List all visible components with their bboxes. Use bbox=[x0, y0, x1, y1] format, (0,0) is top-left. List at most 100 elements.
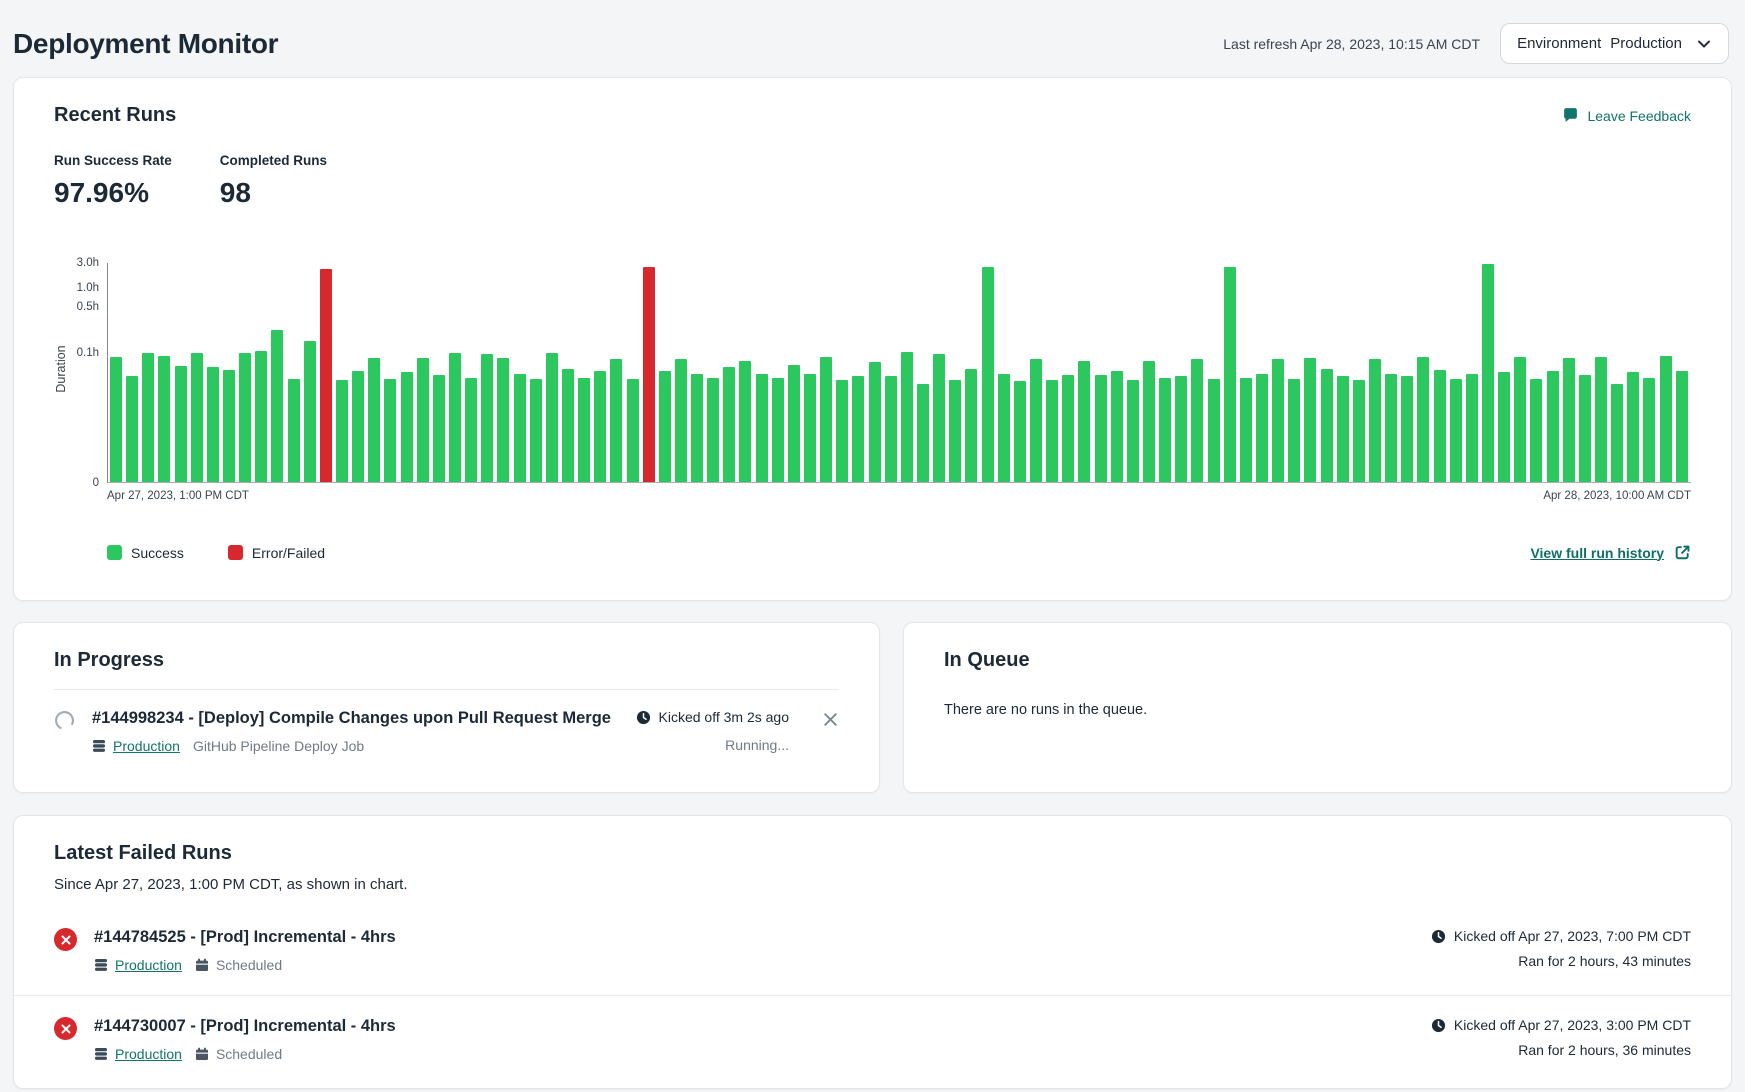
chart-bar-success[interactable] bbox=[1660, 356, 1672, 482]
chart-bar-success[interactable] bbox=[1272, 359, 1284, 482]
chart-bar-success[interactable] bbox=[949, 380, 961, 482]
chart-bar-success[interactable] bbox=[901, 352, 913, 482]
chart-bar-success[interactable] bbox=[255, 351, 267, 482]
chart-bar-success[interactable] bbox=[1191, 359, 1203, 482]
chart-bar-success[interactable] bbox=[191, 353, 203, 482]
chart-bar-success[interactable] bbox=[933, 354, 945, 482]
chart-bar-success[interactable] bbox=[1224, 267, 1236, 482]
chart-bar-success[interactable] bbox=[465, 378, 477, 482]
chart-bar-success[interactable] bbox=[336, 380, 348, 482]
chart-bar-success[interactable] bbox=[1482, 264, 1494, 482]
chart-bar-success[interactable] bbox=[756, 374, 768, 482]
chart-bar-success[interactable] bbox=[659, 371, 671, 482]
chart-bar-success[interactable] bbox=[142, 353, 154, 482]
chart-bar-success[interactable] bbox=[1321, 369, 1333, 482]
chart-bar-success[interactable] bbox=[1256, 374, 1268, 482]
chart-bar-success[interactable] bbox=[594, 371, 606, 482]
chart-bar-success[interactable] bbox=[1030, 359, 1042, 482]
chart-bar-success[interactable] bbox=[1014, 381, 1026, 482]
chart-bar-success[interactable] bbox=[1547, 371, 1559, 482]
chart-bar-failed[interactable] bbox=[320, 269, 332, 482]
chart-bar-success[interactable] bbox=[852, 376, 864, 482]
chart-bar-success[interactable] bbox=[1563, 358, 1575, 482]
chart-bar-success[interactable] bbox=[1627, 372, 1639, 482]
chart-bar-success[interactable] bbox=[836, 380, 848, 482]
chart-bar-success[interactable] bbox=[1062, 375, 1074, 482]
chart-bar-success[interactable] bbox=[497, 358, 509, 482]
chart-bar-success[interactable] bbox=[965, 369, 977, 482]
chart-bar-success[interactable] bbox=[1450, 379, 1462, 482]
chart-bar-success[interactable] bbox=[1288, 379, 1300, 482]
chart-bar-success[interactable] bbox=[384, 379, 396, 482]
chart-bar-success[interactable] bbox=[998, 374, 1010, 482]
chart-bar-success[interactable] bbox=[1046, 380, 1058, 482]
chart-bar-success[interactable] bbox=[1530, 379, 1542, 482]
chart-bar-success[interactable] bbox=[820, 357, 832, 482]
chart-bar-success[interactable] bbox=[627, 379, 639, 482]
chart-bar-success[interactable] bbox=[707, 378, 719, 482]
chart-bar-success[interactable] bbox=[723, 367, 735, 482]
chart-bar-success[interactable] bbox=[1595, 357, 1607, 482]
chart-bar-success[interactable] bbox=[1078, 361, 1090, 482]
chart-bar-success[interactable] bbox=[433, 375, 445, 482]
chart-bar-success[interactable] bbox=[1643, 378, 1655, 482]
chart-bar-success[interactable] bbox=[675, 359, 687, 482]
chart-bar-success[interactable] bbox=[207, 367, 219, 482]
chart-bar-success[interactable] bbox=[417, 358, 429, 482]
chart-bar-success[interactable] bbox=[1143, 361, 1155, 482]
chart-bar-success[interactable] bbox=[1385, 374, 1397, 482]
leave-feedback-link[interactable]: Leave Feedback bbox=[1562, 107, 1691, 124]
chart-bar-success[interactable] bbox=[1369, 359, 1381, 482]
chart-bar-success[interactable] bbox=[1353, 380, 1365, 482]
chart-bar-success[interactable] bbox=[175, 366, 187, 482]
view-full-run-history-link[interactable]: View full run history bbox=[1530, 544, 1691, 561]
environment-link[interactable]: Production bbox=[94, 957, 182, 973]
chart-bar-success[interactable] bbox=[1111, 371, 1123, 482]
chart-bar-success[interactable] bbox=[401, 372, 413, 482]
chart-bar-success[interactable] bbox=[917, 384, 929, 482]
chart-bar-success[interactable] bbox=[739, 361, 751, 482]
chart-bar-success[interactable] bbox=[610, 359, 622, 482]
chart-bar-success[interactable] bbox=[1095, 375, 1107, 482]
chart-bar-success[interactable] bbox=[1434, 370, 1446, 482]
environment-link[interactable]: Production bbox=[92, 738, 180, 754]
chart-bar-success[interactable] bbox=[1514, 357, 1526, 482]
dismiss-run-button[interactable] bbox=[822, 711, 839, 728]
chart-bar-success[interactable] bbox=[1175, 376, 1187, 482]
chart-bar-success[interactable] bbox=[126, 376, 138, 482]
chart-bar-success[interactable] bbox=[562, 369, 574, 482]
chart-bar-failed[interactable] bbox=[643, 267, 655, 482]
chart-bar-success[interactable] bbox=[1337, 376, 1349, 482]
chart-bar-success[interactable] bbox=[110, 357, 122, 482]
chart-bar-success[interactable] bbox=[1159, 378, 1171, 482]
chart-bar-success[interactable] bbox=[1498, 372, 1510, 482]
chart-bar-success[interactable] bbox=[1304, 358, 1316, 482]
chart-bar-success[interactable] bbox=[869, 362, 881, 482]
chart-bar-success[interactable] bbox=[514, 374, 526, 482]
chart-bar-success[interactable] bbox=[288, 379, 300, 482]
chart-bar-success[interactable] bbox=[982, 267, 994, 482]
chart-bar-success[interactable] bbox=[1401, 376, 1413, 482]
chart-bar-success[interactable] bbox=[885, 376, 897, 482]
chart-bar-success[interactable] bbox=[1127, 380, 1139, 482]
chart-bar-success[interactable] bbox=[368, 358, 380, 482]
chart-bar-success[interactable] bbox=[804, 374, 816, 482]
chart-bar-success[interactable] bbox=[158, 356, 170, 482]
chart-bar-success[interactable] bbox=[578, 378, 590, 482]
chart-bar-success[interactable] bbox=[788, 365, 800, 482]
chart-bar-success[interactable] bbox=[352, 371, 364, 482]
chart-bar-success[interactable] bbox=[449, 353, 461, 482]
environment-dropdown[interactable]: Environment Production bbox=[1500, 23, 1729, 64]
chart-bar-success[interactable] bbox=[271, 330, 283, 482]
chart-bar-success[interactable] bbox=[691, 374, 703, 482]
environment-link[interactable]: Production bbox=[94, 1046, 182, 1062]
chart-bar-success[interactable] bbox=[1611, 384, 1623, 482]
chart-bar-success[interactable] bbox=[1208, 379, 1220, 482]
chart-bar-success[interactable] bbox=[304, 341, 316, 482]
chart-bar-success[interactable] bbox=[1579, 375, 1591, 482]
chart-bar-success[interactable] bbox=[546, 353, 558, 482]
chart-bar-success[interactable] bbox=[239, 353, 251, 482]
chart-bar-success[interactable] bbox=[530, 379, 542, 482]
chart-bar-success[interactable] bbox=[772, 378, 784, 482]
chart-bar-success[interactable] bbox=[1676, 371, 1688, 482]
